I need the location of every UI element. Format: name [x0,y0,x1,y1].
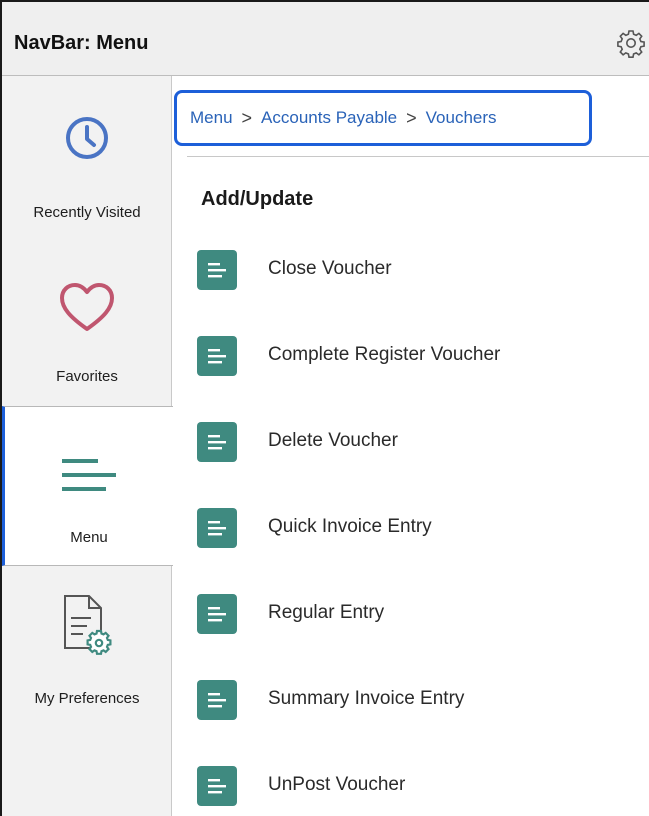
list-icon [197,336,237,376]
sidebar-item-my-preferences[interactable]: My Preferences [2,568,172,728]
menu-item-unpost-voucher[interactable]: UnPost Voucher [197,766,637,816]
clock-icon [66,117,108,159]
sidebar-item-menu[interactable]: Menu [2,406,173,566]
menu-lines-icon [62,459,116,491]
breadcrumb-item-menu[interactable]: Menu [190,108,233,128]
sidebar-item-label: Menu [70,529,108,546]
list-icon [197,508,237,548]
gear-icon[interactable] [616,28,646,58]
menu-item-summary-invoice-entry[interactable]: Summary Invoice Entry [197,680,637,734]
menu-item-label: Close Voucher [268,258,392,279]
sidebar-item-recently-visited[interactable]: Recently Visited [2,76,172,236]
page-title: NavBar: Menu [14,32,149,54]
divider [187,156,649,157]
sidebar-item-label: Recently Visited [33,204,141,221]
heart-icon [60,283,114,331]
sidebar-item-label: Favorites [56,368,118,385]
sidebar: Recently Visited Favorites Menu My Prefe… [2,76,173,816]
list-icon [197,594,237,634]
menu-item-label: Complete Register Voucher [268,344,501,365]
menu-item-quick-invoice-entry[interactable]: Quick Invoice Entry [197,508,637,562]
content-area: Menu > Accounts Payable > Vouchers Add/U… [173,76,649,816]
menu-item-label: Quick Invoice Entry [268,516,432,537]
menu-item-delete-voucher[interactable]: Delete Voucher [197,422,637,476]
list-icon [197,766,237,806]
navbar-header: NavBar: Menu [2,2,649,76]
menu-item-label: Summary Invoice Entry [268,688,465,709]
menu-item-regular-entry[interactable]: Regular Entry [197,594,637,648]
menu-item-label: UnPost Voucher [268,774,406,795]
section-title: Add/Update [201,188,314,210]
sidebar-item-label: My Preferences [34,690,140,707]
menu-item-close-voucher[interactable]: Close Voucher [197,250,637,304]
list-icon [197,250,237,290]
menu-item-label: Regular Entry [268,602,385,623]
sidebar-item-favorites[interactable]: Favorites [2,238,172,398]
list-icon [197,680,237,720]
menu-item-complete-register-voucher[interactable]: Complete Register Voucher [197,336,637,390]
breadcrumb-separator: > [241,107,253,128]
app-frame: NavBar: Menu Recently Visited Favorites [0,0,649,816]
breadcrumb-item-accounts-payable[interactable]: Accounts Payable [261,108,397,128]
breadcrumb-item-vouchers[interactable]: Vouchers [426,108,497,128]
document-gear-icon [64,595,112,655]
breadcrumb: Menu > Accounts Payable > Vouchers [174,90,592,146]
menu-item-label: Delete Voucher [268,430,398,451]
breadcrumb-separator: > [406,107,417,128]
list-icon [197,422,237,462]
